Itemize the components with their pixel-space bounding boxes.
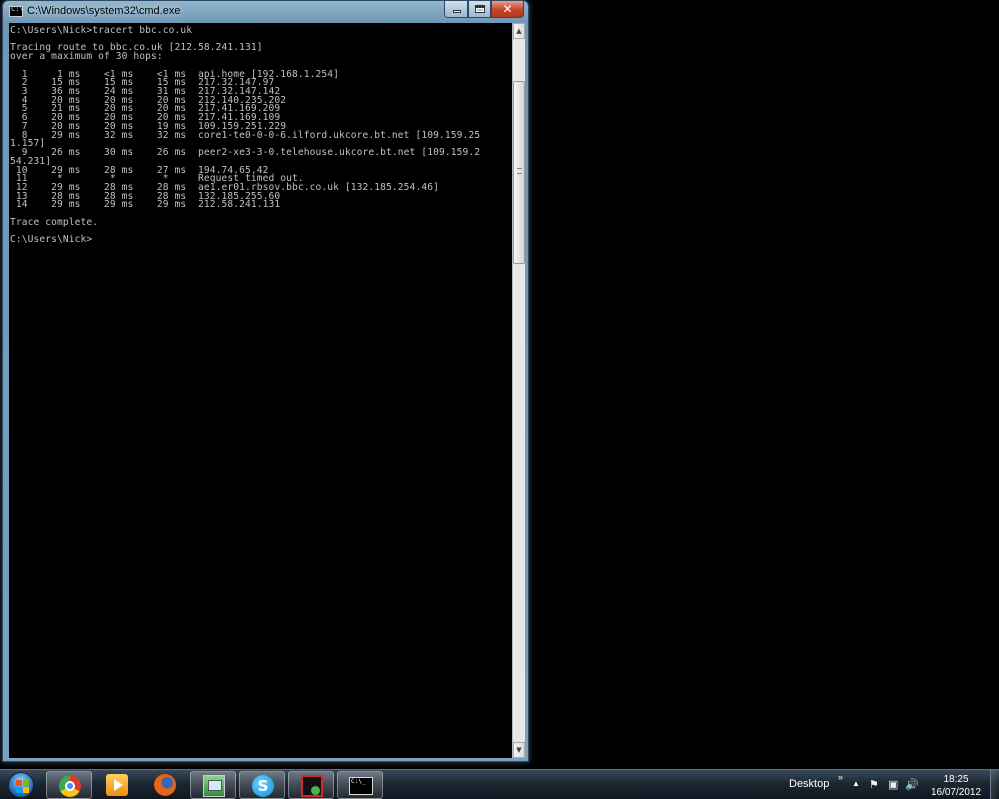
start-button[interactable] [4,771,40,799]
console-line: Trace complete. [10,216,99,228]
cmd-glyph: C:\_ [351,778,366,785]
scroll-up-button[interactable]: ▲ [513,23,525,39]
explorer-icon [203,775,225,797]
logo-quad-green [23,780,29,786]
system-clock[interactable]: 18:25 16/07/2012 [925,773,987,799]
taskbar-app-media-player[interactable] [94,771,140,799]
minimize-icon [453,10,461,13]
window-title: C:\Windows\system32\cmd.exe [27,5,181,17]
show-hidden-icons-icon[interactable]: ▲ [852,779,860,788]
chrome-icon [59,775,81,797]
logo-quad-blue [16,787,22,793]
action-center-flag-icon[interactable]: ⚑ [869,778,879,791]
console-line: 14 29 ms 29 ms 29 ms 212.58.241.131 [10,199,281,211]
desktop-toolbar-label[interactable]: Desktop [789,778,829,790]
logo-quad-yellow [23,787,29,793]
cmd-window[interactable]: C:\ C:\Windows\system32\cmd.exe ✕ C:\Use… [2,0,529,762]
console-line: C:\Users\Nick>tracert bbc.co.uk [10,25,193,36]
taskbar-app-skype[interactable]: S [239,771,285,799]
chevron-right-icon[interactable]: » [838,772,843,782]
show-desktop-button[interactable] [990,770,999,799]
console-line: C:\Users\Nick> [10,234,93,246]
cmd-icon: C:\_ [349,777,373,795]
cmd-icon-glyph: C:\ [11,5,24,13]
minimize-button[interactable] [444,1,468,18]
console-line: over a maximum of 30 hops: [10,51,163,63]
taskbar-app-packet-sniffer[interactable] [288,771,334,799]
arrow-down-icon: ▼ [516,746,522,754]
logo-quad-red [16,780,22,786]
network-icon[interactable]: ▣ [888,778,898,791]
sniffer-icon [301,775,323,797]
skype-glyph: S [257,777,269,795]
clock-date: 16/07/2012 [930,787,982,798]
close-button[interactable]: ✕ [491,1,524,18]
media-player-icon [106,774,128,796]
console-output[interactable]: C:\Users\Nick>tracert bbc.co.uk Tracing … [9,23,512,758]
console-line: 9 26 ms 30 ms 26 ms peer2-xe3-3-0.teleho… [10,147,481,159]
skype-icon: S [252,775,274,797]
console-line: 8 29 ms 32 ms 32 ms core1-te0-0-0-6.ilfo… [10,129,481,141]
scroll-down-button[interactable]: ▼ [513,742,525,758]
cmd-window-icon[interactable]: C:\ [9,5,24,17]
console-text: C:\Users\Nick>tracert bbc.co.uk Tracing … [10,25,512,246]
windows-logo-icon [8,772,34,798]
taskbar-app-chrome[interactable] [46,771,92,799]
vertical-scrollbar[interactable]: ▲ ▼ [512,23,525,758]
firefox-icon [154,774,176,796]
arrow-up-icon: ▲ [516,27,522,35]
taskbar: S C:\_ Desktop » ▲ ⚑ ▣ 🔊 18:25 16/07/201… [0,769,999,799]
clock-time: 18:25 [943,774,969,785]
taskbar-app-cmd[interactable]: C:\_ [337,771,383,799]
maximize-button[interactable] [468,1,491,18]
maximize-icon [475,5,485,13]
volume-icon[interactable]: 🔊 [905,778,919,791]
title-bar[interactable]: C:\ C:\Windows\system32\cmd.exe ✕ [3,1,528,23]
close-icon: ✕ [502,2,513,16]
grip-icon [517,168,522,174]
taskbar-app-windows-explorer[interactable] [190,771,236,799]
scroll-thumb[interactable] [513,81,525,264]
taskbar-app-firefox[interactable] [142,771,188,799]
